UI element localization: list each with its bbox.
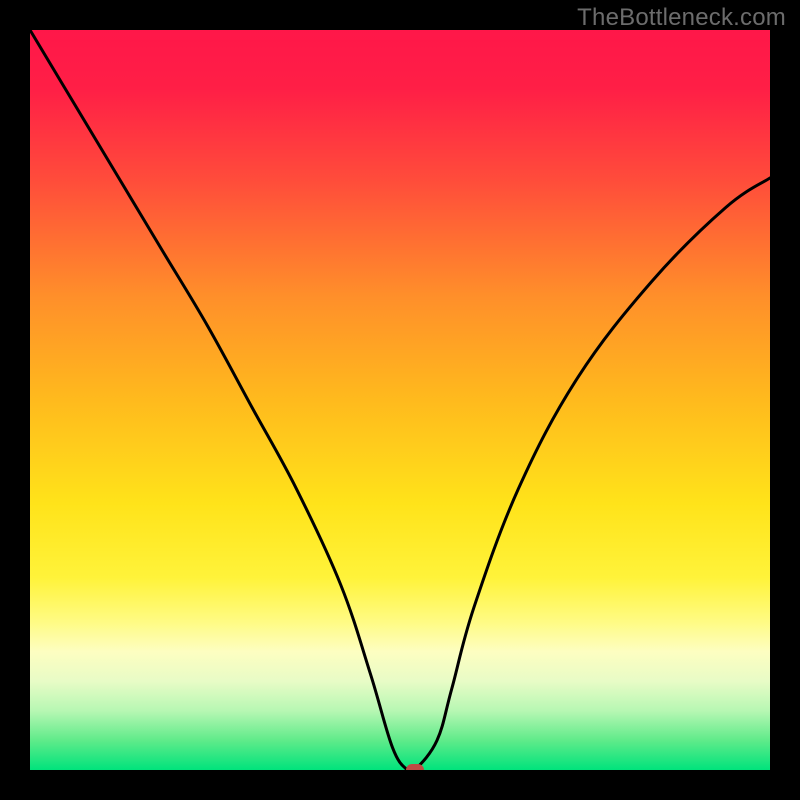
watermark-text: TheBottleneck.com [577, 4, 786, 32]
optimal-point-marker [406, 764, 424, 770]
chart-frame: TheBottleneck.com [0, 0, 800, 800]
plot-area [30, 30, 770, 770]
bottleneck-curve [30, 30, 770, 770]
